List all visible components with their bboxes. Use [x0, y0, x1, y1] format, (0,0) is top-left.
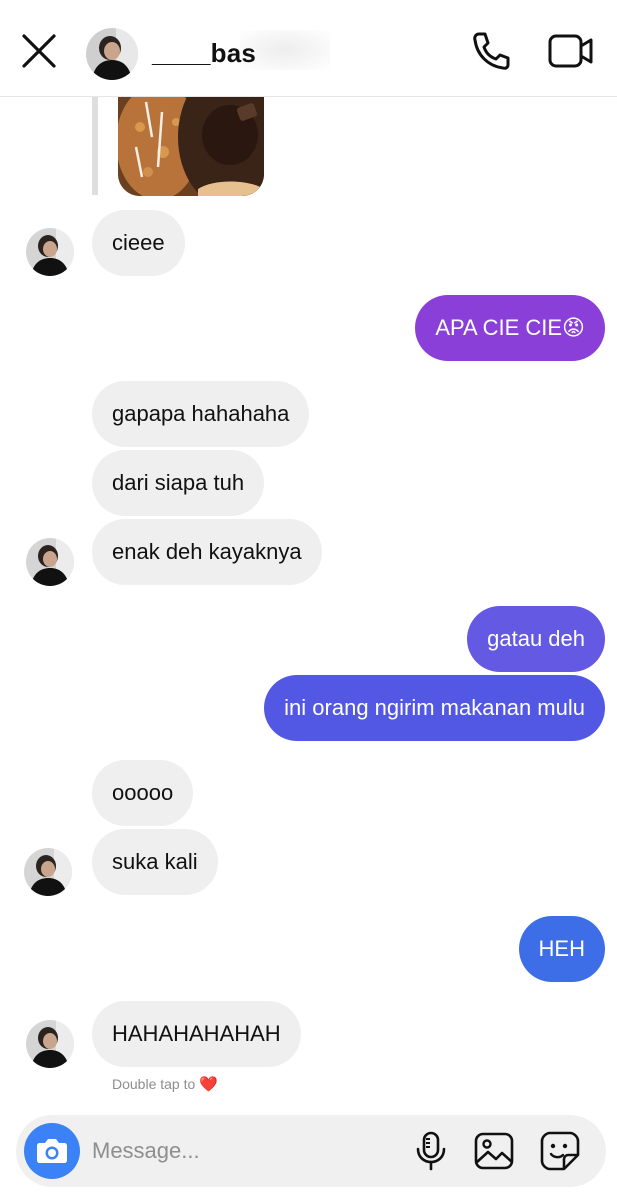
heart-icon: ❤️ [199, 1076, 218, 1093]
double-tap-hint: Double tap to ❤️ [112, 1075, 218, 1093]
message-bubble-incoming[interactable]: enak deh kayaknya [92, 519, 322, 585]
message-bubble-outgoing[interactable]: APA CIE CIE😡 [415, 295, 605, 361]
contact-name[interactable]: ____bas [152, 38, 256, 69]
double-tap-hint-text: Double tap to [112, 1076, 196, 1092]
message-bubble-incoming[interactable]: dari siapa tuh [92, 450, 265, 516]
message-bubble-outgoing[interactable]: HEH [518, 916, 605, 982]
close-icon[interactable] [20, 32, 58, 70]
message-bubble-incoming[interactable]: gapapa hahahaha [92, 381, 310, 447]
message-bubble-incoming[interactable]: ooooo [92, 760, 194, 826]
chat-header: ____bas [0, 0, 617, 97]
phone-icon[interactable] [470, 30, 512, 72]
shared-photo-thumbnail[interactable] [118, 97, 264, 196]
contact-avatar[interactable] [86, 28, 138, 80]
microphone-icon[interactable] [413, 1131, 449, 1171]
gallery-icon[interactable] [474, 1132, 514, 1170]
sticker-icon[interactable] [540, 1131, 580, 1171]
video-call-icon[interactable] [548, 33, 594, 69]
message-input[interactable] [92, 1129, 402, 1173]
contact-avatar-small[interactable] [26, 538, 74, 586]
message-bubble-outgoing[interactable]: ini orang ngirim makanan mulu [264, 675, 605, 741]
camera-icon[interactable] [24, 1123, 80, 1179]
message-bubble-outgoing[interactable]: gatau deh [467, 606, 605, 672]
contact-avatar-small[interactable] [26, 1020, 74, 1068]
message-bubble-incoming[interactable]: suka kali [92, 829, 218, 895]
reply-indicator-bar [92, 97, 98, 195]
message-composer [16, 1115, 606, 1187]
contact-avatar-small[interactable] [26, 228, 74, 276]
message-bubble-incoming[interactable]: cieee [92, 210, 185, 276]
message-bubble-incoming[interactable]: HAHAHAHAHAH [92, 1001, 301, 1067]
contact-avatar-small[interactable] [24, 848, 72, 896]
